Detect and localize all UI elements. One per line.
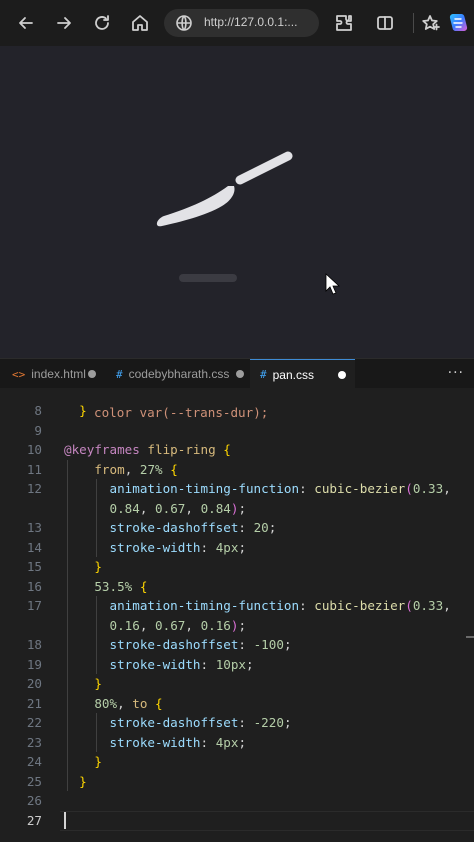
code-line: 17 animation-timing-function: cubic-bezi…: [0, 596, 474, 616]
line-number: 17: [26, 598, 42, 613]
line-number: 14: [26, 539, 42, 555]
line-number: 11: [26, 461, 42, 477]
code-text: stroke-dashoffset: -100;: [109, 637, 292, 652]
tab-label: index.html: [31, 367, 86, 381]
html-file-icon: <>: [12, 367, 26, 381]
pan-animation: [156, 151, 341, 295]
address-bar[interactable]: http://127.0.0.1:...: [164, 9, 319, 37]
code-line: 14 stroke-width: 4px;: [0, 538, 474, 558]
line-number: 25: [26, 773, 42, 789]
indent-guide: [96, 479, 97, 557]
code-text: stroke-width: 10px;: [109, 656, 254, 672]
code-line: 15 }: [0, 557, 474, 577]
unsaved-dot-icon[interactable]: [236, 370, 244, 378]
tab-pan-css[interactable]: # pan.css: [250, 359, 355, 389]
unsaved-dot-icon[interactable]: [88, 370, 96, 378]
code-text: from, 27% {: [94, 461, 178, 477]
code-line: 26: [0, 791, 474, 811]
code-text: @keyframes flip-ring {: [64, 442, 231, 457]
pan-body: [156, 186, 235, 227]
favorites-icon[interactable]: [418, 11, 442, 35]
refresh-icon[interactable]: [90, 11, 114, 35]
preview-pane: [0, 46, 474, 358]
code-text: stroke-width: 4px;: [109, 539, 247, 555]
code-line: 22 stroke-dashoffset: -220;: [0, 713, 474, 733]
code-text: 80%, to {: [94, 695, 163, 711]
code-line: 20 }: [0, 674, 474, 694]
code-text: animation-timing-function: cubic-bezier(…: [109, 481, 451, 496]
code-text: 53.5% {: [94, 578, 148, 594]
code-text: 0.84, 0.67, 0.84);: [109, 500, 247, 516]
toolbar-divider: [413, 13, 414, 33]
code-line: 0.84, 0.67, 0.84);: [0, 499, 474, 519]
line-number: 18: [26, 637, 42, 652]
line-number: 16: [26, 578, 42, 594]
line-number: 13: [26, 520, 42, 535]
code-line: 25 }: [0, 772, 474, 792]
code-line: 11 from, 27% {: [0, 460, 474, 480]
forward-arrow-icon[interactable]: [52, 11, 76, 35]
indent-guide: [67, 459, 68, 791]
code-text: stroke-dashoffset: -220;: [109, 715, 292, 730]
code-line: 9: [0, 421, 474, 441]
extensions-icon[interactable]: [332, 11, 356, 35]
code-line: 13 stroke-dashoffset: 20;: [0, 518, 474, 538]
overview-ruler-mark: [466, 636, 474, 638]
code-line: 18 stroke-dashoffset: -100;: [0, 635, 474, 655]
code-line: 21 80%, to {: [0, 694, 474, 714]
pan-handle: [235, 151, 293, 185]
mouse-cursor-icon: [325, 273, 341, 295]
code-line: 27: [0, 811, 474, 831]
code-line: 23 stroke-width: 4px;: [0, 733, 474, 753]
url-text: http://127.0.0.1:...: [204, 15, 298, 29]
tab-codebybharath-css[interactable]: # codebybharath.css: [104, 359, 250, 389]
css-file-icon: #: [116, 367, 123, 381]
line-number: 23: [26, 734, 42, 750]
globe-icon: [175, 14, 193, 32]
line-number: 8: [34, 403, 42, 418]
home-icon[interactable]: [128, 11, 152, 35]
text-cursor: [64, 811, 66, 829]
line-number: 24: [26, 754, 42, 769]
tab-label: pan.css: [272, 367, 314, 382]
code-text: }: [79, 403, 87, 418]
line-number: 9: [34, 422, 42, 438]
code-text: }: [94, 676, 102, 691]
code-text: stroke-width: 4px;: [109, 734, 247, 750]
code-line: 19 stroke-width: 10px;: [0, 655, 474, 675]
code-line: 24 }: [0, 752, 474, 772]
line-number: 19: [26, 656, 42, 672]
code-text: }: [94, 754, 102, 769]
unsaved-dot-icon[interactable]: [338, 370, 346, 379]
more-actions-icon[interactable]: ···: [448, 365, 464, 381]
line-number: 12: [26, 481, 42, 496]
css-file-icon: #: [260, 368, 267, 381]
editor-tab-bar: <> index.html # codebybharath.css # pan.…: [0, 358, 474, 389]
line-number: 21: [26, 695, 42, 711]
tab-label: codebybharath.css: [128, 367, 230, 381]
code-text: animation-timing-function: cubic-bezier(…: [109, 598, 451, 613]
line-number: 20: [26, 676, 42, 691]
code-text: 0.16, 0.67, 0.16);: [109, 617, 247, 633]
split-screen-icon[interactable]: [373, 11, 397, 35]
pan-shadow: [179, 274, 237, 282]
code-line: 12 animation-timing-function: cubic-bezi…: [0, 479, 474, 499]
indent-guide: [96, 713, 97, 752]
line-number: 27: [26, 812, 42, 828]
line-number: 26: [26, 793, 42, 808]
code-line: 16 53.5% {: [0, 577, 474, 597]
copilot-icon[interactable]: [446, 11, 470, 35]
tab-index-html[interactable]: <> index.html: [0, 359, 104, 389]
line-number: 15: [26, 559, 42, 574]
line-number: 10: [26, 442, 42, 457]
code-text: }: [94, 559, 102, 574]
code-line: 8 }: [0, 401, 474, 421]
browser-toolbar: http://127.0.0.1:...: [0, 0, 474, 46]
code-editor[interactable]: color var(--trans-dur); 8 } 9 10 @keyframes…: [0, 389, 474, 842]
code-line: 10 @keyframes flip-ring {: [0, 440, 474, 460]
line-number: 22: [26, 715, 42, 730]
back-arrow-icon[interactable]: [14, 11, 38, 35]
code-line: 0.16, 0.67, 0.16);: [0, 616, 474, 636]
indent-guide: [96, 596, 97, 674]
